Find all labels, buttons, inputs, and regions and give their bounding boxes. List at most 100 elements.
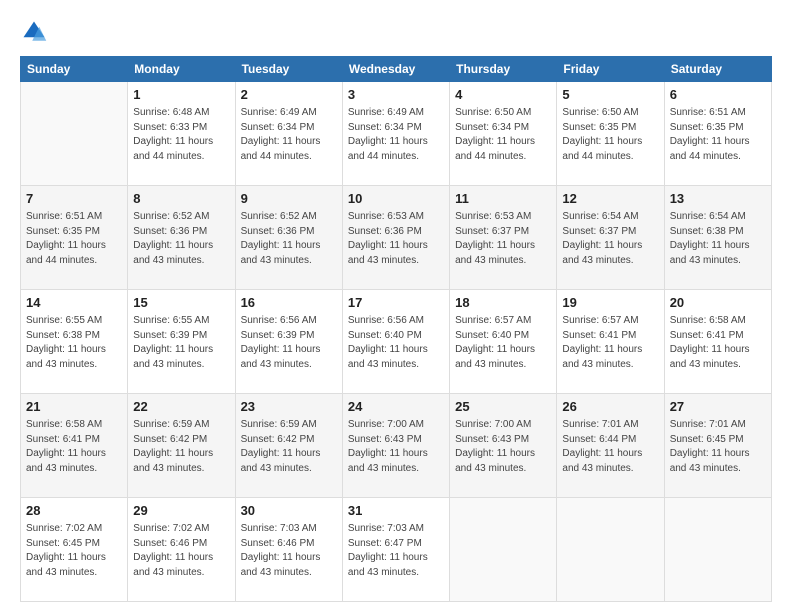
day-number: 5 <box>562 86 658 104</box>
col-header-friday: Friday <box>557 57 664 82</box>
day-info: Sunrise: 6:50 AMSunset: 6:34 PMDaylight:… <box>455 106 551 164</box>
col-header-sunday: Sunday <box>21 57 128 82</box>
calendar-day-cell: 2 Sunrise: 6:49 AMSunset: 6:34 PMDaylight… <box>235 82 342 186</box>
day-number: 23 <box>241 398 337 416</box>
day-info: Sunrise: 6:55 AMSunset: 6:38 PMDaylight:… <box>26 314 122 372</box>
day-info: Sunrise: 6:56 AMSunset: 6:40 PMDaylight:… <box>348 314 444 372</box>
day-number: 14 <box>26 294 122 312</box>
calendar-day-cell: 29Sunrise: 7:02 AMSunset: 6:46 PMDayligh… <box>128 498 235 602</box>
day-number: 24 <box>348 398 444 416</box>
day-number: 19 <box>562 294 658 312</box>
day-number: 20 <box>670 294 766 312</box>
day-number: 2 <box>241 86 337 104</box>
calendar-day-cell: 16 Sunrise: 6:56 AMSunset: 6:39 PMDayligh… <box>235 290 342 394</box>
day-number: 7 <box>26 190 122 208</box>
calendar-day-cell: 11 Sunrise: 6:53 AMSunset: 6:37 PMDayligh… <box>450 186 557 290</box>
calendar-day-cell: 20 Sunrise: 6:58 AMSunset: 6:41 PMDayligh… <box>664 290 771 394</box>
calendar-day-cell: 25Sunrise: 7:00 AMSunset: 6:43 PMDayligh… <box>450 394 557 498</box>
calendar-day-cell: 1Sunrise: 6:48 AMSunset: 6:33 PMDaylight… <box>128 82 235 186</box>
calendar-day-cell: 21 Sunrise: 6:58 AMSunset: 6:41 PMDayligh… <box>21 394 128 498</box>
day-info: Sunrise: 6:49 AMSunset: 6:34 PMDaylight:… <box>348 106 444 164</box>
calendar-day-cell: 15Sunrise: 6:55 AMSunset: 6:39 PMDayligh… <box>128 290 235 394</box>
day-info: Sunrise: 6:53 AMSunset: 6:36 PMDaylight:… <box>348 210 444 268</box>
day-number: 26 <box>562 398 658 416</box>
day-info: Sunrise: 6:52 AMSunset: 6:36 PMDaylight:… <box>241 210 337 268</box>
day-info: Sunrise: 6:54 AMSunset: 6:38 PMDaylight:… <box>670 210 766 268</box>
day-number: 13 <box>670 190 766 208</box>
day-number: 31 <box>348 502 444 520</box>
day-info: Sunrise: 7:00 AMSunset: 6:43 PMDaylight:… <box>348 418 444 476</box>
day-number: 30 <box>241 502 337 520</box>
calendar-day-cell: 6Sunrise: 6:51 AMSunset: 6:35 PMDaylight… <box>664 82 771 186</box>
day-info: Sunrise: 6:49 AMSunset: 6:34 PMDaylight:… <box>241 106 337 164</box>
day-info: Sunrise: 6:57 AMSunset: 6:40 PMDaylight:… <box>455 314 551 372</box>
calendar-day-cell: 22 Sunrise: 6:59 AMSunset: 6:42 PMDayligh… <box>128 394 235 498</box>
day-number: 15 <box>133 294 229 312</box>
calendar-week-row: 7 Sunrise: 6:51 AMSunset: 6:35 PMDaylight… <box>21 186 772 290</box>
calendar-day-cell: 30Sunrise: 7:03 AMSunset: 6:46 PMDayligh… <box>235 498 342 602</box>
day-number: 16 <box>241 294 337 312</box>
day-info: Sunrise: 6:52 AMSunset: 6:36 PMDaylight:… <box>133 210 229 268</box>
day-info: Sunrise: 7:00 AMSunset: 6:43 PMDaylight:… <box>455 418 551 476</box>
day-number: 1 <box>133 86 229 104</box>
day-number: 17 <box>348 294 444 312</box>
day-info: Sunrise: 6:59 AMSunset: 6:42 PMDaylight:… <box>133 418 229 476</box>
calendar-day-cell: 13 Sunrise: 6:54 AMSunset: 6:38 PMDayligh… <box>664 186 771 290</box>
day-info: Sunrise: 6:57 AMSunset: 6:41 PMDaylight:… <box>562 314 658 372</box>
day-number: 4 <box>455 86 551 104</box>
day-info: Sunrise: 6:58 AMSunset: 6:41 PMDaylight:… <box>670 314 766 372</box>
day-number: 22 <box>133 398 229 416</box>
day-info: Sunrise: 7:01 AMSunset: 6:44 PMDaylight:… <box>562 418 658 476</box>
day-info: Sunrise: 7:03 AMSunset: 6:47 PMDaylight:… <box>348 522 444 580</box>
calendar-day-cell: 8 Sunrise: 6:52 AMSunset: 6:36 PMDaylight… <box>128 186 235 290</box>
calendar-day-cell: 4 Sunrise: 6:50 AMSunset: 6:34 PMDaylight… <box>450 82 557 186</box>
col-header-saturday: Saturday <box>664 57 771 82</box>
col-header-tuesday: Tuesday <box>235 57 342 82</box>
day-number: 9 <box>241 190 337 208</box>
day-info: Sunrise: 7:01 AMSunset: 6:45 PMDaylight:… <box>670 418 766 476</box>
logo <box>20 18 52 46</box>
day-info: Sunrise: 6:51 AMSunset: 6:35 PMDaylight:… <box>26 210 122 268</box>
calendar-day-cell: 3 Sunrise: 6:49 AMSunset: 6:34 PMDaylight… <box>342 82 449 186</box>
day-number: 3 <box>348 86 444 104</box>
day-number: 8 <box>133 190 229 208</box>
calendar-day-cell: 23 Sunrise: 6:59 AMSunset: 6:42 PMDayligh… <box>235 394 342 498</box>
day-info: Sunrise: 6:58 AMSunset: 6:41 PMDaylight:… <box>26 418 122 476</box>
day-info: Sunrise: 6:51 AMSunset: 6:35 PMDaylight:… <box>670 106 766 164</box>
calendar-day-cell: 10 Sunrise: 6:53 AMSunset: 6:36 PMDayligh… <box>342 186 449 290</box>
calendar-table: SundayMondayTuesdayWednesdayThursdayFrid… <box>20 56 772 602</box>
calendar-day-cell: 26 Sunrise: 7:01 AMSunset: 6:44 PMDayligh… <box>557 394 664 498</box>
calendar-empty-cell <box>450 498 557 602</box>
calendar-empty-cell <box>21 82 128 186</box>
col-header-wednesday: Wednesday <box>342 57 449 82</box>
calendar-week-row: 14 Sunrise: 6:55 AMSunset: 6:38 PMDayligh… <box>21 290 772 394</box>
day-number: 10 <box>348 190 444 208</box>
day-number: 28 <box>26 502 122 520</box>
calendar-empty-cell <box>557 498 664 602</box>
day-number: 18 <box>455 294 551 312</box>
calendar-day-cell: 24 Sunrise: 7:00 AMSunset: 6:43 PMDayligh… <box>342 394 449 498</box>
day-number: 21 <box>26 398 122 416</box>
day-info: Sunrise: 6:56 AMSunset: 6:39 PMDaylight:… <box>241 314 337 372</box>
col-header-thursday: Thursday <box>450 57 557 82</box>
calendar-week-row: 21 Sunrise: 6:58 AMSunset: 6:41 PMDayligh… <box>21 394 772 498</box>
page-header <box>20 18 772 46</box>
col-header-monday: Monday <box>128 57 235 82</box>
day-info: Sunrise: 6:53 AMSunset: 6:37 PMDaylight:… <box>455 210 551 268</box>
calendar-header-row: SundayMondayTuesdayWednesdayThursdayFrid… <box>21 57 772 82</box>
calendar-day-cell: 12Sunrise: 6:54 AMSunset: 6:37 PMDayligh… <box>557 186 664 290</box>
day-info: Sunrise: 6:59 AMSunset: 6:42 PMDaylight:… <box>241 418 337 476</box>
calendar-day-cell: 9 Sunrise: 6:52 AMSunset: 6:36 PMDaylight… <box>235 186 342 290</box>
calendar-day-cell: 5 Sunrise: 6:50 AMSunset: 6:35 PMDaylight… <box>557 82 664 186</box>
calendar-day-cell: 19 Sunrise: 6:57 AMSunset: 6:41 PMDayligh… <box>557 290 664 394</box>
calendar-day-cell: 18 Sunrise: 6:57 AMSunset: 6:40 PMDayligh… <box>450 290 557 394</box>
calendar-empty-cell <box>664 498 771 602</box>
day-number: 11 <box>455 190 551 208</box>
day-info: Sunrise: 6:50 AMSunset: 6:35 PMDaylight:… <box>562 106 658 164</box>
day-number: 12 <box>562 190 658 208</box>
day-info: Sunrise: 7:02 AMSunset: 6:46 PMDaylight:… <box>133 522 229 580</box>
calendar-day-cell: 17 Sunrise: 6:56 AMSunset: 6:40 PMDayligh… <box>342 290 449 394</box>
calendar-week-row: 28Sunrise: 7:02 AMSunset: 6:45 PMDayligh… <box>21 498 772 602</box>
logo-icon <box>20 18 48 46</box>
day-number: 27 <box>670 398 766 416</box>
